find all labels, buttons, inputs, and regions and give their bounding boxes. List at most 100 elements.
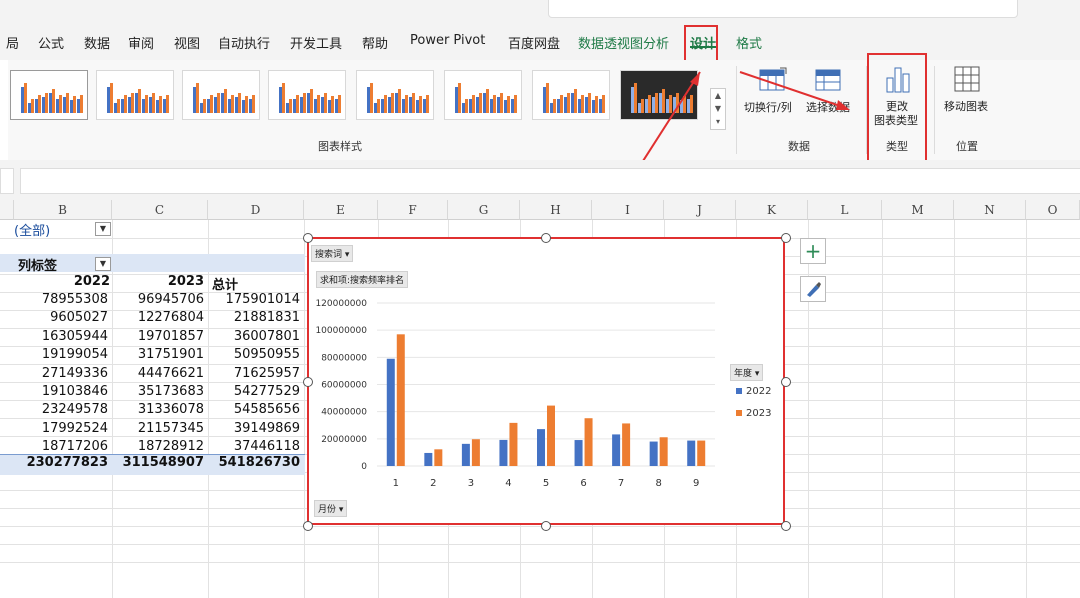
resize-handle-br[interactable] bbox=[781, 521, 791, 531]
column-header[interactable]: M bbox=[882, 200, 954, 220]
column-header[interactable]: L bbox=[808, 200, 882, 220]
chart-style-thumb[interactable] bbox=[268, 70, 346, 120]
chart-style-thumb[interactable] bbox=[10, 70, 88, 120]
chart-style-thumb[interactable] bbox=[444, 70, 522, 120]
pivot-cell[interactable]: 54277529 bbox=[200, 384, 300, 399]
move-chart-icon[interactable] bbox=[952, 64, 984, 96]
pivot-cell[interactable]: 19103846 bbox=[8, 384, 108, 399]
resize-handle-bm[interactable] bbox=[541, 521, 551, 531]
column-header[interactable]: F bbox=[378, 200, 448, 220]
bar-2023-4[interactable] bbox=[509, 422, 518, 466]
pivot-cell[interactable]: 21881831 bbox=[200, 310, 300, 325]
pivot-cell[interactable]: 44476621 bbox=[104, 366, 204, 381]
column-label-dropdown[interactable]: ▼ bbox=[95, 257, 111, 271]
tab-1[interactable]: 公式 bbox=[38, 33, 64, 52]
resize-handle-bl[interactable] bbox=[303, 521, 313, 531]
pivot-cell[interactable]: 31751901 bbox=[104, 347, 204, 362]
pivot-cell[interactable]: 18728912 bbox=[104, 439, 204, 454]
y-tick-label: 20000000 bbox=[321, 435, 367, 445]
chart-styles-brush-icon[interactable] bbox=[800, 276, 826, 302]
pivot-cell[interactable]: 37446118 bbox=[200, 439, 300, 454]
bar-2023-1[interactable] bbox=[396, 334, 405, 466]
resize-handle-tl[interactable] bbox=[303, 233, 313, 243]
pivot-cell[interactable]: 31336078 bbox=[104, 402, 204, 417]
column-header[interactable]: D bbox=[208, 200, 304, 220]
pivot-cell[interactable]: 39149869 bbox=[200, 421, 300, 436]
tab-5[interactable]: 自动执行 bbox=[218, 33, 270, 52]
tab-9[interactable]: 百度网盘 bbox=[508, 33, 560, 52]
pivot-cell[interactable]: 12276804 bbox=[104, 310, 204, 325]
bar-2022-6[interactable] bbox=[574, 440, 583, 466]
chart-style-thumb[interactable] bbox=[356, 70, 434, 120]
pivot-cell[interactable]: 27149336 bbox=[8, 366, 108, 381]
tab-2[interactable]: 数据 bbox=[84, 33, 110, 52]
formula-input[interactable] bbox=[20, 168, 1080, 194]
tab-4[interactable]: 视图 bbox=[174, 33, 200, 52]
pivot-cell[interactable]: 71625957 bbox=[200, 366, 300, 381]
legend-swatch bbox=[736, 388, 742, 394]
column-header[interactable]: B bbox=[14, 200, 112, 220]
bar-2023-2[interactable] bbox=[434, 449, 443, 466]
tab-10[interactable]: 数据透视图分析 bbox=[578, 33, 669, 52]
pivot-cell[interactable]: 35173683 bbox=[104, 384, 204, 399]
legend-entry-2022[interactable]: 2022 bbox=[736, 386, 771, 397]
tab-0[interactable]: 局 bbox=[6, 33, 19, 52]
chart-style-thumb[interactable] bbox=[182, 70, 260, 120]
pivot-cell[interactable]: 9605027 bbox=[8, 310, 108, 325]
bar-2022-5[interactable] bbox=[537, 429, 545, 466]
resize-handle-ml[interactable] bbox=[303, 377, 313, 387]
column-header[interactable]: J bbox=[664, 200, 736, 220]
column-header[interactable]: C bbox=[112, 200, 208, 220]
pivot-cell[interactable]: 21157345 bbox=[104, 421, 204, 436]
chart-style-thumb[interactable] bbox=[532, 70, 610, 120]
pivot-cell[interactable]: 36007801 bbox=[200, 329, 300, 344]
bar-2023-3[interactable] bbox=[471, 439, 480, 466]
pivot-cell[interactable]: 96945706 bbox=[104, 292, 204, 307]
pivot-cell[interactable]: 16305944 bbox=[8, 329, 108, 344]
column-header[interactable]: I bbox=[592, 200, 664, 220]
tab-6[interactable]: 开发工具 bbox=[290, 33, 342, 52]
column-header[interactable]: G bbox=[448, 200, 520, 220]
bar-2022-2[interactable] bbox=[424, 452, 433, 466]
name-box[interactable] bbox=[0, 168, 14, 194]
filter-dropdown-button[interactable]: ▼ bbox=[95, 222, 111, 236]
move-chart-button[interactable]: 移动图表 bbox=[944, 98, 988, 114]
pivot-cell[interactable]: 18717206 bbox=[8, 439, 108, 454]
column-header[interactable]: E bbox=[304, 200, 378, 220]
resize-handle-mr[interactable] bbox=[781, 377, 791, 387]
search-box[interactable] bbox=[548, 0, 1018, 18]
bar-2022-4[interactable] bbox=[499, 439, 508, 466]
chart-style-thumb[interactable] bbox=[96, 70, 174, 120]
legend-entry-2023[interactable]: 2023 bbox=[736, 408, 771, 419]
chart-elements-plus-icon[interactable]: + bbox=[800, 238, 826, 264]
pivot-cell[interactable]: 50950955 bbox=[200, 347, 300, 362]
column-header[interactable]: N bbox=[954, 200, 1026, 220]
resize-handle-tr[interactable] bbox=[781, 233, 791, 243]
bar-2022-8[interactable] bbox=[649, 441, 658, 466]
column-header[interactable]: H bbox=[520, 200, 592, 220]
tab-3[interactable]: 审阅 bbox=[128, 33, 154, 52]
bar-2022-3[interactable] bbox=[461, 443, 470, 466]
pivot-cell[interactable]: 19701857 bbox=[104, 329, 204, 344]
resize-handle-tm[interactable] bbox=[541, 233, 551, 243]
pivot-cell[interactable]: 78955308 bbox=[8, 292, 108, 307]
tab-7[interactable]: 帮助 bbox=[362, 33, 388, 52]
bar-2022-1[interactable] bbox=[386, 358, 395, 466]
bar-2023-6[interactable] bbox=[584, 418, 593, 466]
pivot-cell[interactable]: 54585656 bbox=[200, 402, 300, 417]
bar-2023-5[interactable] bbox=[547, 405, 555, 466]
bar-2022-7[interactable] bbox=[612, 434, 621, 466]
column-header[interactable]: K bbox=[736, 200, 808, 220]
tab-12[interactable]: 格式 bbox=[736, 33, 762, 52]
bar-2022-9[interactable] bbox=[687, 440, 696, 466]
pivot-cell[interactable]: 17992524 bbox=[8, 421, 108, 436]
bar-2023-9[interactable] bbox=[697, 440, 706, 466]
pivot-cell[interactable]: 175901014 bbox=[200, 292, 300, 307]
y-tick-label: 80000000 bbox=[321, 353, 367, 363]
column-header[interactable]: O bbox=[1026, 200, 1080, 220]
bar-2023-8[interactable] bbox=[659, 437, 668, 466]
bar-2023-7[interactable] bbox=[622, 423, 631, 466]
tab-8[interactable]: Power Pivot bbox=[410, 33, 485, 48]
pivot-cell[interactable]: 23249578 bbox=[8, 402, 108, 417]
pivot-cell[interactable]: 19199054 bbox=[8, 347, 108, 362]
